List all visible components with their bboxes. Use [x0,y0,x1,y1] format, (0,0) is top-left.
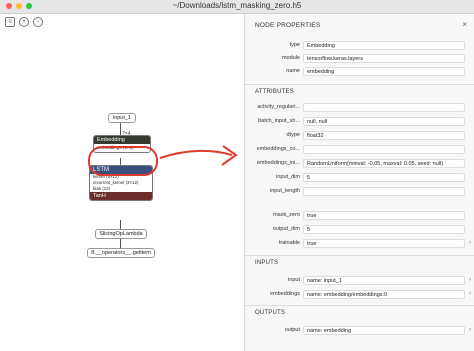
property-label: output_dim [272,226,300,232]
property-value[interactable]: name: input_1 [303,276,465,285]
attribute-row-input-length: input_length [245,187,474,197]
property-label: input_length [270,188,300,194]
divider [245,84,474,85]
property-value[interactable]: Embedding [303,41,465,50]
property-label: input_dim [276,174,300,180]
property-label: activity_regulari... [257,104,300,110]
property-label: module [281,55,300,61]
attribute-row-activity-regularizer: activity_regulari... [245,103,474,113]
property-value[interactable]: 5 [303,173,465,182]
property-label: embeddings [270,291,300,297]
property-label: mask_zero [273,212,300,218]
attribute-row-output-dim: output_dim 5 [245,225,474,235]
expand-icon[interactable]: › [469,240,471,246]
outputs-section-title: OUTPUTS [255,310,286,316]
property-label: type [289,42,300,48]
input-row-input: input name: input_1 › [245,276,474,286]
property-value[interactable] [303,145,465,154]
property-label: embeddings_co... [256,146,300,152]
panel-title: NODE PROPERTIES [255,22,321,29]
property-value[interactable]: true [303,211,465,220]
property-row-type: type Embedding [245,41,474,51]
attribute-row-batch-input-shape: batch_input_sh... null, null [245,117,474,127]
divider [245,255,474,256]
divider [245,305,474,306]
property-value[interactable]: tensorflow.keras.layers [303,54,465,63]
expand-icon[interactable]: › [469,277,471,283]
property-label: dtype [286,132,300,138]
property-value[interactable]: name: embedding/embeddings:0 [303,290,465,299]
output-row-output: output name: embedding › [245,326,474,336]
property-value[interactable]: null, null [303,117,465,126]
property-label: input [288,277,300,283]
attributes-section-title: ATTRIBUTES [255,89,294,95]
attribute-row-dtype: dtype float32 [245,131,474,141]
property-value[interactable]: float32 [303,131,465,140]
node-properties-panel: NODE PROPERTIES × type Embedding module … [244,14,474,351]
property-row-name: name embedding [245,67,474,77]
inputs-section-title: INPUTS [255,260,279,266]
property-value[interactable]: embedding [303,67,465,76]
property-value[interactable]: name: embedding [303,326,465,335]
attribute-row-mask-zero: mask_zero true [245,211,474,221]
property-label: name [286,68,300,74]
attribute-row-embeddings-constraint: embeddings_co... [245,145,474,155]
attribute-row-trainable: trainable true › [245,239,474,249]
attribute-row-embeddings-initializer: embeddings_ini... RandomUniform{minval: … [245,159,474,169]
property-value[interactable] [303,187,465,196]
property-value[interactable]: 5 [303,225,465,234]
expand-icon[interactable]: › [469,327,471,333]
property-row-module: module tensorflow.keras.layers [245,54,474,64]
property-value[interactable]: true [303,239,465,248]
property-value[interactable] [303,103,465,112]
attribute-row-input-dim: input_dim 5 [245,173,474,183]
expand-icon[interactable]: › [469,291,471,297]
property-label: batch_input_sh... [258,118,300,124]
property-label: embeddings_ini... [256,160,300,166]
property-value[interactable]: RandomUniform{minval: -0.05, maxval: 0.0… [303,159,465,168]
property-label: output [284,327,300,333]
input-row-embeddings: embeddings name: embedding/embeddings:0 … [245,290,474,300]
close-icon[interactable]: × [462,20,467,29]
property-label: trainable [278,240,300,246]
